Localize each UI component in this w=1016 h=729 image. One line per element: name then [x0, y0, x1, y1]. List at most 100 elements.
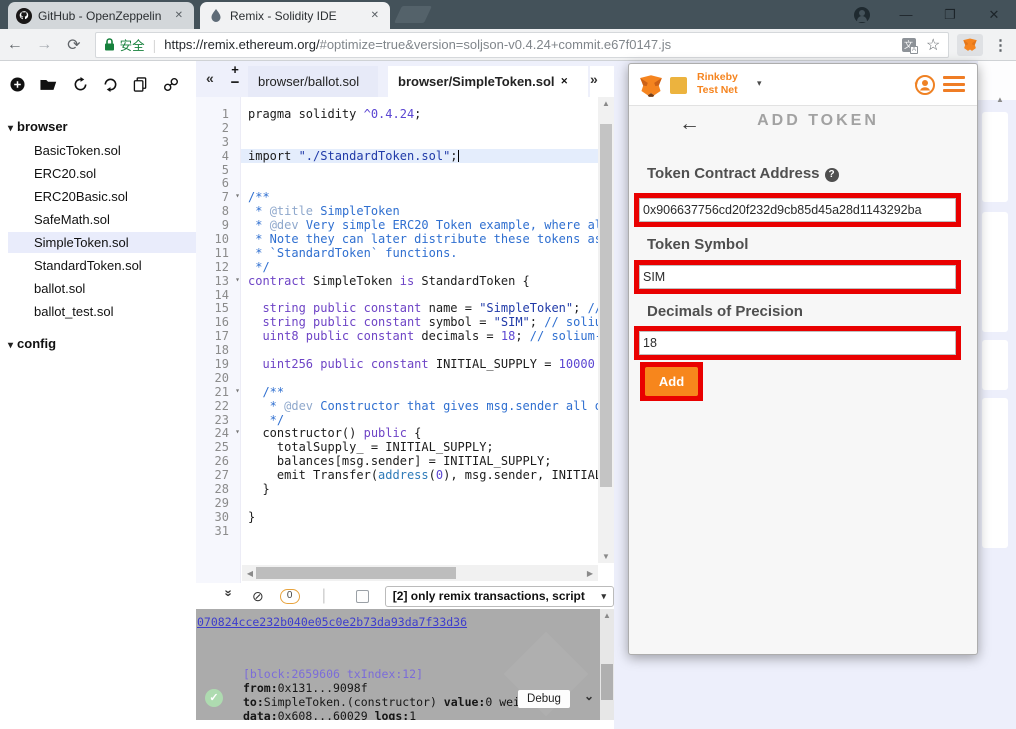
expand-tx-icon[interactable]: ⌄: [584, 689, 594, 703]
terminal-toolbar: » ⊘ 0 | [2] only remix transactions, scr…: [196, 583, 614, 609]
reload-button[interactable]: ⟳: [59, 35, 89, 55]
close-button[interactable]: ✕: [972, 7, 1016, 23]
line-number: 10: [214, 232, 229, 247]
file-item-SimpleToken.sol[interactable]: SimpleToken.sol: [8, 232, 196, 253]
secure-lock-icon: [104, 38, 114, 51]
back-button[interactable]: ←: [0, 36, 30, 54]
code-line: contract SimpleToken is StandardToken {: [248, 273, 530, 288]
token-symbol-input[interactable]: [639, 265, 956, 289]
line-number: 12: [214, 259, 229, 274]
scrollbar-thumb[interactable]: [601, 664, 613, 700]
file-item-StandardToken.sol[interactable]: StandardToken.sol: [8, 255, 196, 276]
add-button-annotation-box: Add: [640, 362, 703, 401]
folder-config[interactable]: ▾ config: [8, 336, 196, 351]
network-identicon: [670, 77, 687, 94]
browser-tab-github[interactable]: GitHub - OpenZeppelin ✕: [8, 2, 194, 29]
chrome-menu-icon[interactable]: ⋮: [993, 36, 1008, 54]
folder-browser[interactable]: ▾ browser: [8, 119, 196, 134]
minimize-button[interactable]: —: [884, 7, 928, 22]
terminal-collapse-icon[interactable]: »: [221, 589, 236, 603]
url-text[interactable]: https://remix.ethereum.org/#optimize=tru…: [164, 37, 902, 52]
scroll-down-icon[interactable]: ▼: [598, 552, 614, 561]
tx-hash-link[interactable]: 070824cce232b040e05c0e2b73da93da7f33d36: [197, 615, 467, 629]
scrollbar-thumb[interactable]: [600, 124, 612, 487]
tab-title: GitHub - OpenZeppelin: [38, 8, 162, 23]
file-list: BasicToken.sol ERC20.sol ERC20Basic.sol Saf…: [8, 140, 196, 322]
clear-console-icon[interactable]: ⊘: [252, 588, 264, 605]
code-editor[interactable]: 1 2 3 4 5 6 7 ▾ 8 9 10 11 12 13 ▾ 14 15 16 17 18 19 20 21 ▾ 22 23…: [196, 97, 614, 583]
tab-close-icon[interactable]: ✕: [561, 76, 569, 87]
metamask-extension-button[interactable]: [957, 33, 983, 56]
help-icon[interactable]: ?: [824, 168, 839, 182]
new-file-icon[interactable]: [10, 76, 25, 92]
bookmark-star-icon[interactable]: ☆: [926, 35, 940, 55]
editor-zoom-controls[interactable]: + −: [228, 63, 242, 91]
editor-tab-simpletoken[interactable]: browser/SimpleToken.sol ✕: [388, 66, 588, 97]
metamask-header: Rinkeby Test Net ▾: [629, 64, 977, 106]
file-item-ballot_test.sol[interactable]: ballot_test.sol: [8, 301, 196, 322]
scroll-up-icon[interactable]: ▲: [996, 95, 1004, 104]
scroll-right-icon[interactable]: ▶: [582, 569, 598, 578]
debug-button[interactable]: Debug: [518, 690, 570, 708]
add-token-button[interactable]: Add: [645, 367, 698, 396]
address-annotation-box: [634, 193, 961, 227]
tab-close-icon[interactable]: ✕: [368, 8, 382, 23]
editor-tab-ballot[interactable]: browser/ballot.sol: [248, 66, 378, 97]
folder-caret-icon: ▾: [8, 340, 14, 351]
maximize-button[interactable]: ❐: [928, 7, 972, 23]
decimals-label: Decimals of Precision: [647, 303, 803, 320]
address-bar[interactable]: 安全 | https://remix.ethereum.org/#optimiz…: [94, 31, 950, 58]
editor-horizontal-scrollbar[interactable]: ◀ ▶: [242, 565, 598, 581]
back-arrow-icon[interactable]: ←: [679, 112, 700, 136]
fold-caret-icon[interactable]: ▾: [235, 275, 240, 284]
account-switcher-icon[interactable]: [913, 73, 937, 97]
new-tab-button[interactable]: [394, 6, 432, 23]
terminal-scrollbar[interactable]: ▲ ▼: [600, 609, 614, 720]
translate-icon[interactable]: 文A: [902, 37, 919, 54]
scroll-up-icon[interactable]: ▲: [600, 611, 614, 620]
scrollbar-thumb[interactable]: [256, 567, 456, 579]
publish-gist-icon[interactable]: [73, 76, 88, 92]
copy-files-icon[interactable]: [133, 76, 148, 92]
menu-icon[interactable]: [943, 76, 965, 96]
scroll-up-icon[interactable]: ▲: [598, 99, 614, 108]
open-folder-icon[interactable]: [40, 77, 58, 91]
listen-transactions-checkbox[interactable]: [355, 589, 369, 603]
file-item-SafeMath.sol[interactable]: SafeMath.sol: [8, 209, 196, 230]
browser-tab-remix[interactable]: Remix - Solidity IDE ✕: [200, 2, 390, 29]
expand-panel-icon[interactable]: »: [590, 66, 614, 97]
fold-caret-icon[interactable]: ▾: [235, 191, 240, 200]
file-explorer-panel: ▾ browser BasicToken.sol ERC20.sol ERC20Bas…: [0, 61, 196, 729]
right-panel-card: [982, 398, 1008, 548]
code-line: }: [248, 482, 270, 497]
metamask-fox-icon: [640, 75, 662, 97]
remix-app: ▾ browser BasicToken.sol ERC20.sol ERC20Bas…: [0, 61, 1016, 729]
link-localhost-icon[interactable]: [163, 77, 179, 92]
file-item-BasicToken.sol[interactable]: BasicToken.sol: [8, 140, 196, 161]
forward-button[interactable]: →: [30, 36, 60, 54]
fold-caret-icon[interactable]: ▾: [235, 386, 240, 395]
network-caret-icon: ▾: [757, 78, 762, 88]
remix-favicon: [211, 8, 221, 22]
line-number: 27: [214, 468, 229, 483]
token-decimals-input[interactable]: [639, 331, 956, 355]
terminal-filter-dropdown[interactable]: [2] only remix transactions, script ▾: [384, 585, 614, 607]
copy-to-instance-icon[interactable]: [103, 77, 118, 92]
code-line: string public constant name = "SimpleTok…: [262, 301, 614, 316]
security-label[interactable]: 安全: [120, 35, 145, 54]
terminal-panel[interactable]: remix 070824cce232b040e05c0e2b73da93da7f…: [196, 609, 614, 720]
network-selector[interactable]: Rinkeby Test Net: [697, 71, 738, 97]
file-item-ballot.sol[interactable]: ballot.sol: [8, 278, 196, 299]
file-item-ERC20.sol[interactable]: ERC20.sol: [8, 163, 196, 184]
line-number: 5: [221, 162, 229, 177]
editor-vertical-scrollbar[interactable]: ▲ ▼: [598, 97, 614, 563]
profile-icon[interactable]: [854, 6, 870, 23]
code-line: * @dev Very simple ERC20 Token example, …: [248, 218, 614, 233]
collapse-panel-icon[interactable]: «: [206, 70, 214, 86]
tab-close-icon[interactable]: ✕: [172, 8, 186, 23]
token-address-input[interactable]: [639, 198, 956, 222]
file-item-ERC20Basic.sol[interactable]: ERC20Basic.sol: [8, 186, 196, 207]
fold-caret-icon[interactable]: ▾: [235, 427, 240, 436]
code-line: * `StandardToken` functions.: [248, 245, 458, 260]
